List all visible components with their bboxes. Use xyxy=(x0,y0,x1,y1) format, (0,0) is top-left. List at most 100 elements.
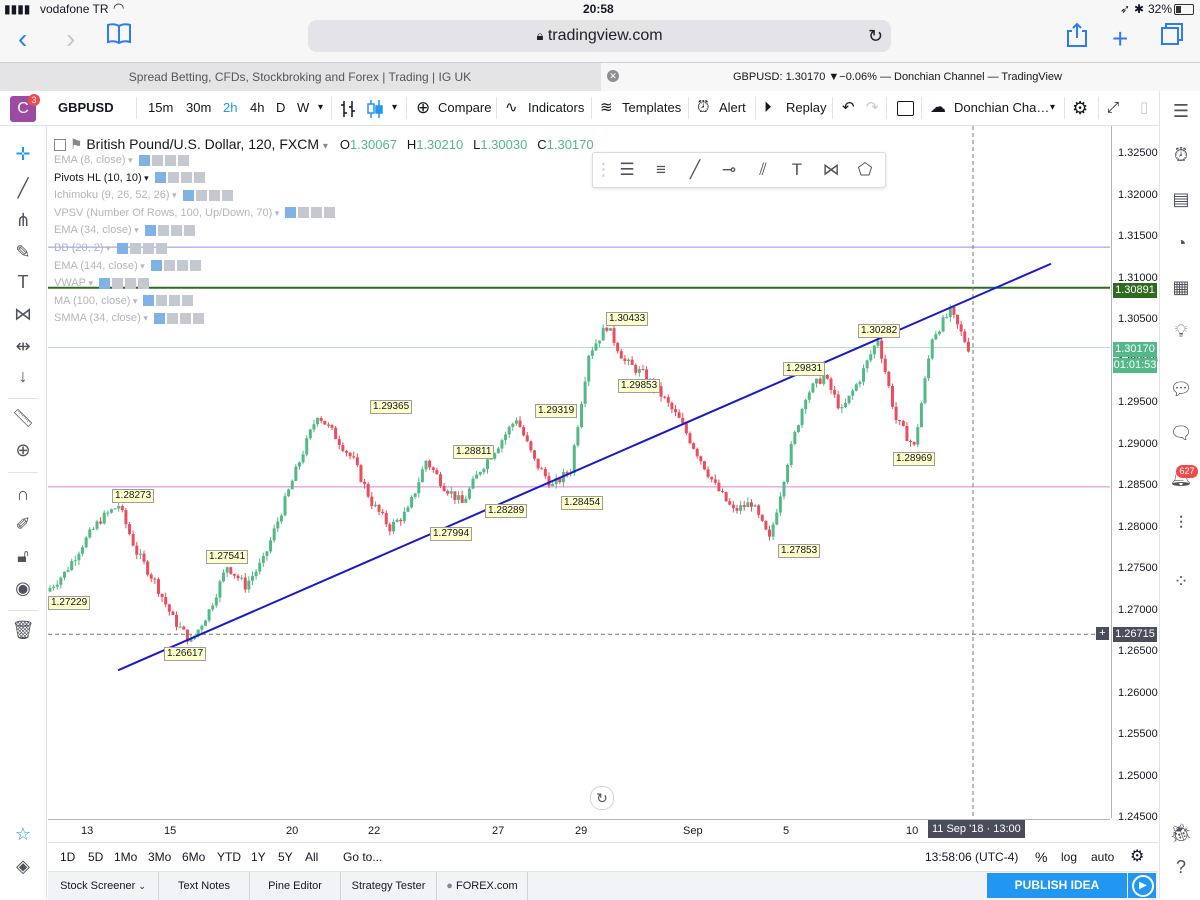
indicator-row[interactable]: MA (100, close) ▾ xyxy=(54,295,195,307)
indicator-dropdown-icon[interactable]: ▾ xyxy=(141,313,148,323)
bars-style-icon[interactable] xyxy=(340,91,356,125)
text-tool-icon[interactable]: T xyxy=(11,270,35,294)
chats-icon[interactable]: 💬︎ xyxy=(1169,377,1193,401)
indicator-eye-icon[interactable] xyxy=(285,207,297,219)
indicator-dropdown-icon[interactable]: ▾ xyxy=(104,243,111,253)
interval-w[interactable]: W xyxy=(297,91,309,125)
range-button[interactable]: 5Y xyxy=(278,843,293,871)
indicator-add-icon[interactable] xyxy=(164,154,176,166)
percent-toggle[interactable]: % xyxy=(1035,843,1047,871)
order-panel-icon[interactable]: ⁘ xyxy=(1169,569,1193,593)
hotlist-icon[interactable]: ◔ xyxy=(1169,231,1193,255)
stay-drawing-icon[interactable]: ✐ xyxy=(11,512,35,536)
fib-retracement-icon[interactable]: ☰ xyxy=(615,158,639,182)
templates-button[interactable]: Templates xyxy=(622,91,681,125)
indicator-row[interactable]: EMA (144, close) ▾ xyxy=(54,260,203,272)
text-icon[interactable]: T xyxy=(785,158,809,182)
arrow-down-icon[interactable]: ↓ xyxy=(11,364,35,388)
watchlist-icon[interactable]: ☰ xyxy=(1169,99,1193,123)
range-button[interactable]: All xyxy=(305,843,318,871)
indicator-close-icon[interactable] xyxy=(192,313,204,325)
crosshair-icon[interactable]: ✛ xyxy=(11,142,35,166)
indicator-dropdown-icon[interactable]: ▾ xyxy=(142,173,149,183)
indicator-row[interactable]: BB (20, 2) ▾ xyxy=(54,242,169,254)
tab-strategy-tester[interactable]: Strategy Tester xyxy=(341,872,437,900)
indicator-add-icon[interactable] xyxy=(176,260,188,272)
forward-icon[interactable]: › xyxy=(66,24,75,54)
show-hide-icon[interactable]: ◉ xyxy=(11,576,35,600)
indicator-settings-icon[interactable] xyxy=(112,277,124,289)
trend-line-icon[interactable]: ╱ xyxy=(11,176,35,200)
compare-icon[interactable]: ⊕ xyxy=(416,91,430,125)
indicator-close-icon[interactable] xyxy=(183,225,195,237)
indicator-settings-icon[interactable] xyxy=(166,313,178,325)
range-button[interactable]: 6Mo xyxy=(182,843,205,871)
undo-icon[interactable]: ↶ xyxy=(842,91,855,125)
back-icon[interactable]: ‹ xyxy=(18,24,27,54)
replay-button[interactable]: Replay xyxy=(786,91,826,125)
price-chart-svg[interactable] xyxy=(48,126,1110,818)
data-window-icon[interactable]: ▤ xyxy=(1169,187,1193,211)
indicator-dropdown-icon[interactable]: ▾ xyxy=(126,155,133,165)
indicator-row[interactable]: VWAP ▾ xyxy=(54,277,151,289)
indicator-row[interactable]: EMA (34, close) ▾ xyxy=(54,224,197,236)
indicator-dropdown-icon[interactable]: ▾ xyxy=(132,225,139,235)
polygon-icon[interactable]: ⬠ xyxy=(853,158,877,182)
indicator-add-icon[interactable] xyxy=(142,242,154,254)
indicator-settings-icon[interactable] xyxy=(195,189,207,201)
indicator-row[interactable]: SMMA (34, close) ▾ xyxy=(54,312,206,324)
range-button[interactable]: YTD xyxy=(217,843,241,871)
add-alert-plus-icon[interactable]: + xyxy=(1096,627,1109,640)
indicators-button[interactable]: Indicators xyxy=(528,91,584,125)
chart-style-dropdown-icon[interactable]: ▾ xyxy=(392,91,397,125)
indicator-settings-icon[interactable] xyxy=(156,295,168,307)
magnet-icon[interactable]: ∩ xyxy=(11,482,35,506)
indicator-eye-icon[interactable] xyxy=(182,189,194,201)
trend-line-tool-icon[interactable]: ╱ xyxy=(683,158,707,182)
ideas-bulb-icon[interactable]: 💡︎ xyxy=(1169,319,1193,343)
pattern-icon[interactable]: ⋈ xyxy=(11,302,35,326)
indicator-add-icon[interactable] xyxy=(179,313,191,325)
candles-style-icon[interactable] xyxy=(366,91,384,125)
indicator-close-icon[interactable] xyxy=(193,172,205,184)
range-button[interactable]: 5D xyxy=(88,843,103,871)
indicator-row[interactable]: Ichimoku (9, 26, 52, 26) ▾ xyxy=(54,189,235,201)
channel-tool-icon[interactable]: ⫽ xyxy=(751,158,775,182)
indicator-close-icon[interactable] xyxy=(324,207,336,219)
calendar-icon[interactable]: ▦ xyxy=(1169,275,1193,299)
indicator-settings-icon[interactable] xyxy=(129,242,141,254)
tab-pine-editor[interactable]: Pine Editor xyxy=(250,872,341,900)
range-button[interactable]: 3Mo xyxy=(148,843,171,871)
interval-d[interactable]: D xyxy=(276,91,285,125)
alerts-clock-icon[interactable]: ⏰︎ xyxy=(1169,143,1193,167)
fullscreen-icon[interactable]: ⤢ xyxy=(1107,91,1119,125)
pitchfork-icon[interactable]: ⋔ xyxy=(11,208,35,232)
legend-dropdown-icon[interactable]: ▾ xyxy=(323,141,328,152)
interval-30m[interactable]: 30m xyxy=(186,91,211,125)
close-tab-icon[interactable]: ✕ xyxy=(607,70,619,82)
bookmarks-icon[interactable] xyxy=(106,20,132,52)
indicator-row[interactable]: EMA (8, close) ▾ xyxy=(54,154,191,166)
trash-icon[interactable]: 🗑︎ xyxy=(11,618,35,642)
indicator-settings-icon[interactable] xyxy=(163,260,175,272)
layout-dropdown-icon[interactable]: ▾ xyxy=(1050,91,1055,125)
settings-gear-icon[interactable]: ⚙︎ xyxy=(1072,91,1088,125)
interval-2h[interactable]: 2h xyxy=(223,91,237,125)
axis-settings-gear-icon[interactable]: ⚙︎ xyxy=(1130,843,1144,871)
horizontal-ray-icon[interactable]: ⊸ xyxy=(717,158,741,182)
range-button[interactable]: 1D xyxy=(60,843,75,871)
indicator-eye-icon[interactable] xyxy=(138,154,150,166)
snapshot-icon[interactable]: ▯ xyxy=(1140,91,1148,125)
indicator-eye-icon[interactable] xyxy=(144,225,156,237)
private-chats-icon[interactable]: 🗨︎ xyxy=(1169,421,1193,445)
indicator-eye-icon[interactable] xyxy=(99,277,111,289)
indicator-dropdown-icon[interactable]: ▾ xyxy=(272,208,280,218)
log-toggle[interactable]: log xyxy=(1061,843,1077,871)
indicator-settings-icon[interactable] xyxy=(151,154,163,166)
indicator-settings-icon[interactable] xyxy=(298,207,310,219)
sliders-icon[interactable]: ⫶ xyxy=(1169,511,1193,535)
indicator-close-icon[interactable] xyxy=(155,242,167,254)
fullscreen-rect-icon[interactable] xyxy=(897,91,914,125)
address-bar[interactable]: 🔒︎ tradingview.com ↻ xyxy=(308,20,891,52)
interval-dropdown-icon[interactable]: ▾ xyxy=(318,91,323,125)
